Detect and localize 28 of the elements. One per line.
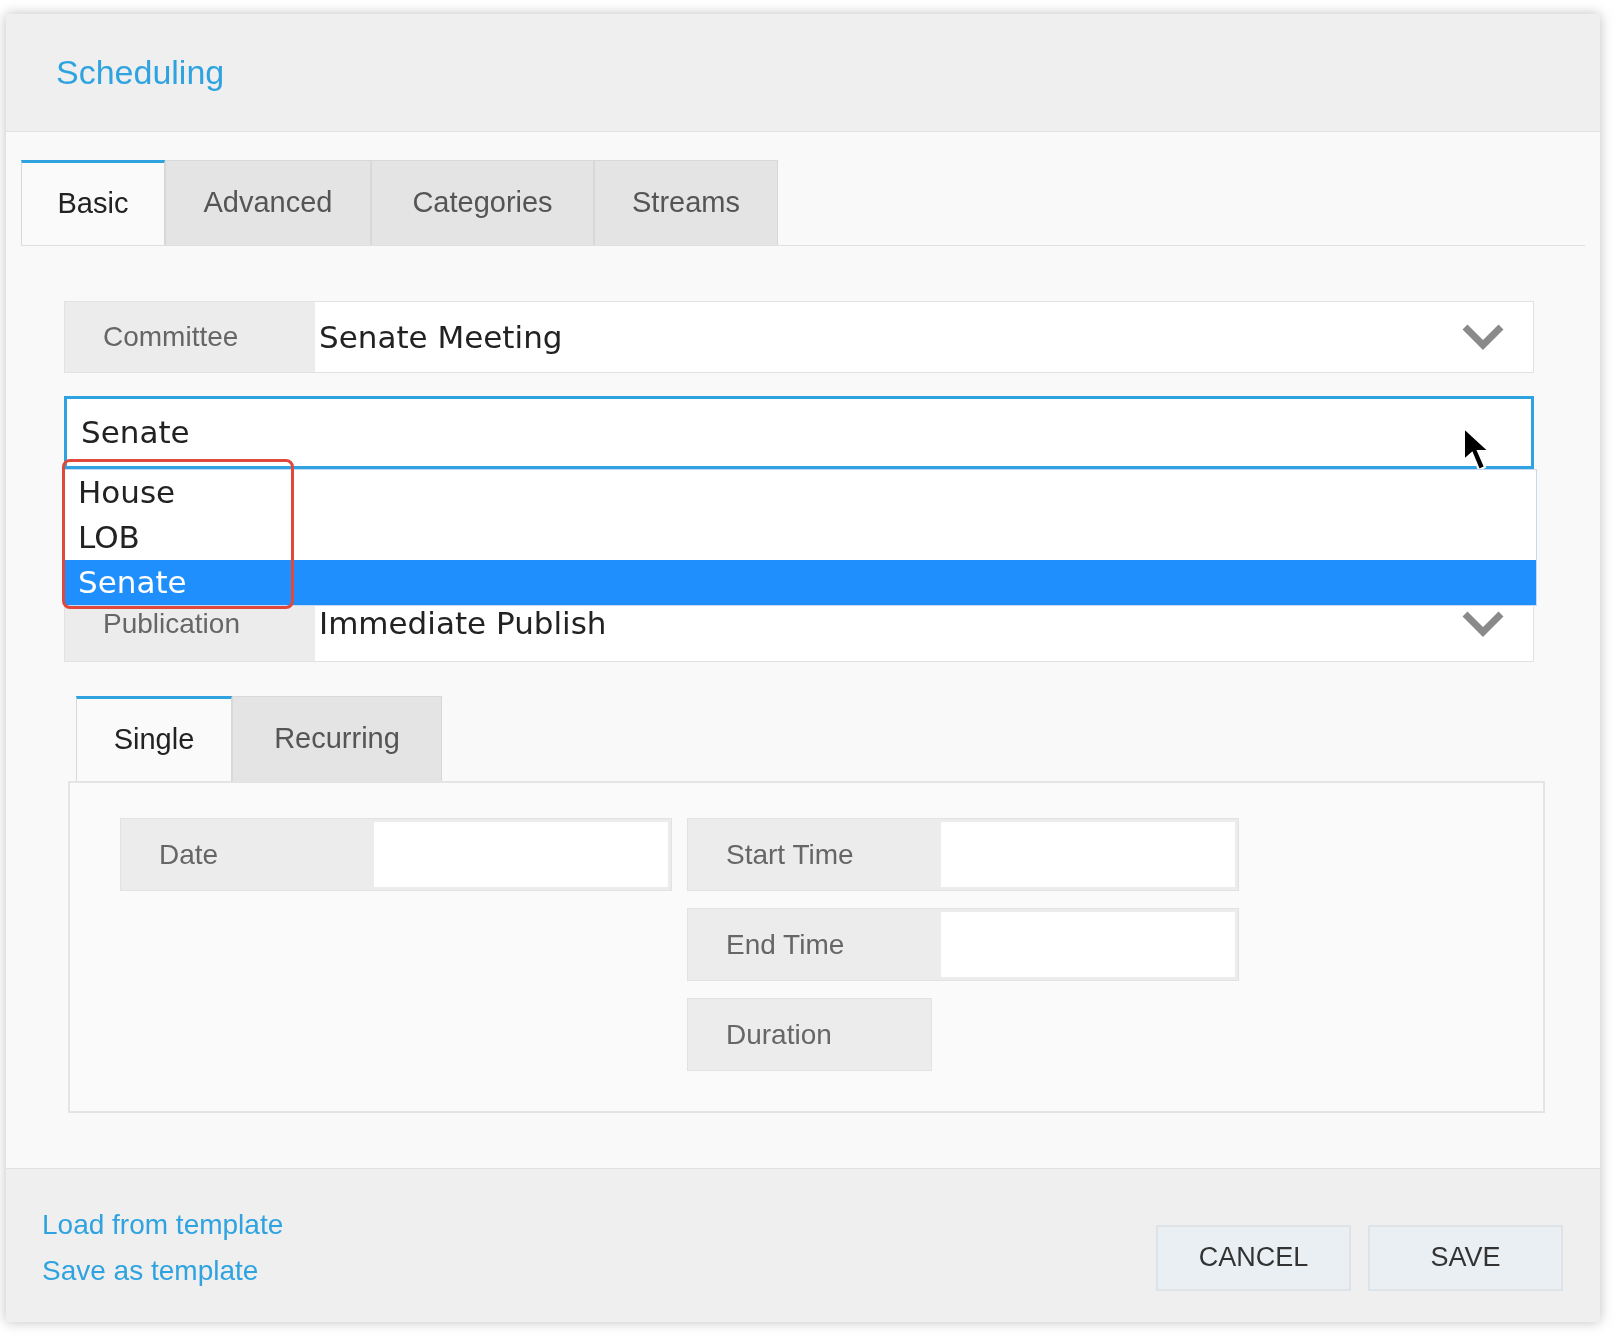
field-label: Publication	[103, 606, 240, 641]
tab[interactable]: Recurring	[232, 696, 442, 781]
field-label: Duration	[687, 998, 932, 1071]
dropdown-option[interactable]: House	[65, 470, 1536, 515]
field-value: Immediate Publish	[319, 604, 607, 644]
tab[interactable]: Single	[76, 696, 232, 781]
tab[interactable]: Advanced	[165, 160, 371, 245]
dialog-button[interactable]: SAVE	[1368, 1224, 1563, 1291]
input-field[interactable]: End Time	[687, 908, 1239, 981]
tab[interactable]: Streams	[594, 160, 778, 245]
field-value: Senate Meeting	[319, 317, 563, 357]
field-value: Senate	[81, 413, 190, 453]
field-label: Date	[158, 837, 220, 872]
tab[interactable]: Categories	[371, 160, 594, 245]
input-field[interactable]: Date	[120, 818, 672, 891]
dialog-title: Scheduling	[56, 52, 225, 93]
chevron-down-icon[interactable]	[1461, 609, 1505, 638]
tab[interactable]: Basic	[21, 160, 165, 245]
chevron-down-icon[interactable]	[1461, 323, 1505, 351]
dropdown-option[interactable]: Senate	[65, 560, 1536, 605]
field-label: Committee	[103, 320, 239, 354]
field-label: End Time	[725, 927, 846, 962]
field-label: Start Time	[725, 837, 855, 872]
dropdown-option[interactable]: LOB	[65, 515, 1536, 560]
dropdown-field[interactable]: Senate	[64, 396, 1534, 469]
input-field[interactable]: Start Time	[687, 818, 1239, 891]
dialog-button[interactable]: CANCEL	[1156, 1224, 1351, 1291]
select-field[interactable]: Committee Senate Meeting	[64, 301, 1534, 373]
